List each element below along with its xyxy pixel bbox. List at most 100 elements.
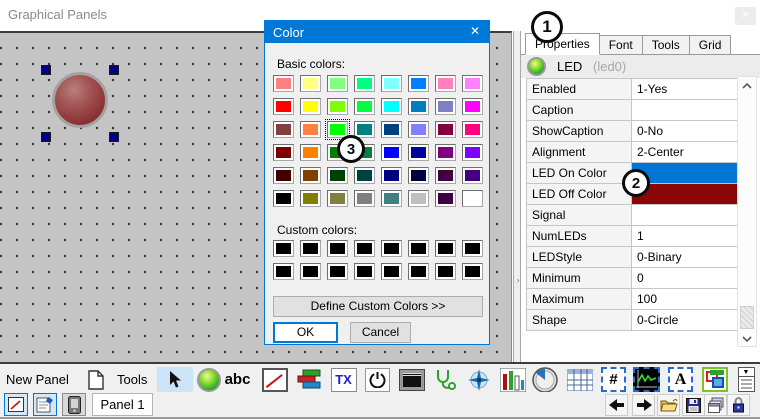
define-custom-colors-button[interactable]: Define Custom Colors >> bbox=[273, 296, 483, 317]
open-folder-icon[interactable] bbox=[657, 394, 680, 416]
basic-color-13[interactable] bbox=[408, 98, 429, 115]
back-icon[interactable] bbox=[605, 394, 628, 416]
custom-color-15[interactable] bbox=[462, 263, 483, 280]
basic-color-5[interactable] bbox=[408, 75, 429, 92]
abc-icon[interactable]: abc bbox=[224, 367, 251, 392]
property-row-caption[interactable]: Caption bbox=[527, 100, 738, 121]
power-icon[interactable] bbox=[364, 367, 391, 392]
custom-color-5[interactable] bbox=[408, 240, 429, 257]
basic-color-4[interactable] bbox=[381, 75, 402, 92]
save-icon[interactable] bbox=[682, 394, 705, 416]
basic-color-45[interactable] bbox=[408, 190, 429, 207]
scroll-down-icon[interactable] bbox=[738, 330, 756, 346]
basic-color-22[interactable] bbox=[435, 121, 456, 138]
basic-color-37[interactable] bbox=[408, 167, 429, 184]
letter-a-icon[interactable]: A bbox=[667, 367, 694, 392]
custom-color-1[interactable] bbox=[300, 240, 321, 257]
property-value[interactable]: 0-Binary bbox=[631, 247, 738, 267]
basic-color-3[interactable] bbox=[354, 75, 375, 92]
basic-color-8[interactable] bbox=[273, 98, 294, 115]
basic-color-1[interactable] bbox=[300, 75, 321, 92]
basic-color-43[interactable] bbox=[354, 190, 375, 207]
copy-pages-icon[interactable] bbox=[704, 394, 727, 416]
basic-color-34[interactable] bbox=[327, 167, 348, 184]
custom-color-2[interactable] bbox=[327, 240, 348, 257]
bar-graph-icon[interactable] bbox=[499, 367, 526, 392]
basic-color-39[interactable] bbox=[462, 167, 483, 184]
basic-color-32[interactable] bbox=[273, 167, 294, 184]
property-value[interactable]: 0-No bbox=[631, 121, 738, 141]
property-value[interactable] bbox=[631, 205, 738, 225]
property-row-alignment[interactable]: Alignment2-Center bbox=[527, 142, 738, 163]
basic-color-30[interactable] bbox=[435, 144, 456, 161]
basic-color-0[interactable] bbox=[273, 75, 294, 92]
basic-color-24[interactable] bbox=[273, 144, 294, 161]
table-icon[interactable] bbox=[566, 367, 593, 392]
led-control[interactable] bbox=[52, 72, 108, 128]
property-row-numleds[interactable]: NumLEDs1 bbox=[527, 226, 738, 247]
selection-handle-ne[interactable] bbox=[109, 65, 119, 75]
property-value[interactable]: 0-Circle bbox=[631, 310, 738, 330]
basic-color-25[interactable] bbox=[300, 144, 321, 161]
oscilloscope-icon[interactable] bbox=[633, 367, 660, 392]
basic-color-12[interactable] bbox=[381, 98, 402, 115]
property-row-ledstyle[interactable]: LEDStyle0-Binary bbox=[527, 247, 738, 268]
led-icon[interactable] bbox=[195, 367, 222, 392]
custom-color-8[interactable] bbox=[273, 263, 294, 280]
tab-font[interactable]: Font bbox=[600, 35, 643, 54]
shapes-icon[interactable] bbox=[701, 367, 728, 392]
property-row-shape[interactable]: Shape0-Circle bbox=[527, 310, 738, 331]
property-row-signal[interactable]: Signal bbox=[527, 205, 738, 226]
forward-icon[interactable] bbox=[632, 394, 655, 416]
tools-button[interactable]: Tools bbox=[117, 372, 147, 387]
basic-color-17[interactable] bbox=[300, 121, 321, 138]
basic-color-41[interactable] bbox=[300, 190, 321, 207]
basic-color-31[interactable] bbox=[462, 144, 483, 161]
basic-color-35[interactable] bbox=[354, 167, 375, 184]
knob-icon[interactable] bbox=[530, 367, 560, 392]
property-value[interactable] bbox=[631, 100, 738, 120]
custom-color-7[interactable] bbox=[462, 240, 483, 257]
basic-color-40[interactable] bbox=[273, 190, 294, 207]
basic-color-47[interactable] bbox=[462, 190, 483, 207]
property-row-minimum[interactable]: Minimum0 bbox=[527, 268, 738, 289]
property-value[interactable]: 0 bbox=[631, 268, 738, 288]
combo-dropdown-icon[interactable]: ▼ bbox=[737, 367, 755, 392]
close-icon[interactable]: ✕ bbox=[735, 7, 756, 25]
lock-icon[interactable] bbox=[727, 394, 750, 416]
basic-color-14[interactable] bbox=[435, 98, 456, 115]
basic-color-36[interactable] bbox=[381, 167, 402, 184]
properties-view-icon[interactable] bbox=[33, 393, 57, 416]
color-dialog-titlebar[interactable]: Color ✕ bbox=[265, 21, 489, 43]
property-row-enabled[interactable]: Enabled1-Yes bbox=[527, 79, 738, 100]
panel-tab[interactable]: Panel 1 bbox=[92, 393, 153, 416]
basic-color-10[interactable] bbox=[327, 98, 348, 115]
selection-handle-sw[interactable] bbox=[41, 132, 51, 142]
grid-hash-icon[interactable]: # bbox=[600, 367, 627, 392]
analog-meter-icon[interactable] bbox=[261, 367, 288, 392]
property-row-maximum[interactable]: Maximum100 bbox=[527, 289, 738, 310]
property-value[interactable]: 2-Center bbox=[631, 142, 738, 162]
selection-handle-se[interactable] bbox=[109, 132, 119, 142]
arrow-cursor-icon[interactable] bbox=[157, 367, 193, 392]
scroll-up-icon[interactable] bbox=[738, 77, 756, 93]
property-scrollbar[interactable] bbox=[737, 76, 757, 347]
meter-view-icon[interactable] bbox=[4, 393, 28, 416]
stethoscope-icon[interactable] bbox=[431, 367, 458, 392]
property-row-showcaption[interactable]: ShowCaption0-No bbox=[527, 121, 738, 142]
custom-color-9[interactable] bbox=[300, 263, 321, 280]
panel-splitter[interactable]: › bbox=[513, 31, 521, 362]
custom-color-11[interactable] bbox=[354, 263, 375, 280]
cancel-button[interactable]: Cancel bbox=[350, 322, 411, 343]
property-value[interactable]: 100 bbox=[631, 289, 738, 309]
basic-color-38[interactable] bbox=[435, 167, 456, 184]
custom-color-10[interactable] bbox=[327, 263, 348, 280]
basic-color-20[interactable] bbox=[381, 121, 402, 138]
selection-handle-nw[interactable] bbox=[41, 65, 51, 75]
tab-tools[interactable]: Tools bbox=[643, 35, 690, 54]
basic-color-11[interactable] bbox=[354, 98, 375, 115]
basic-color-16[interactable] bbox=[273, 121, 294, 138]
basic-color-23[interactable] bbox=[462, 121, 483, 138]
custom-color-14[interactable] bbox=[435, 263, 456, 280]
basic-color-29[interactable] bbox=[408, 144, 429, 161]
